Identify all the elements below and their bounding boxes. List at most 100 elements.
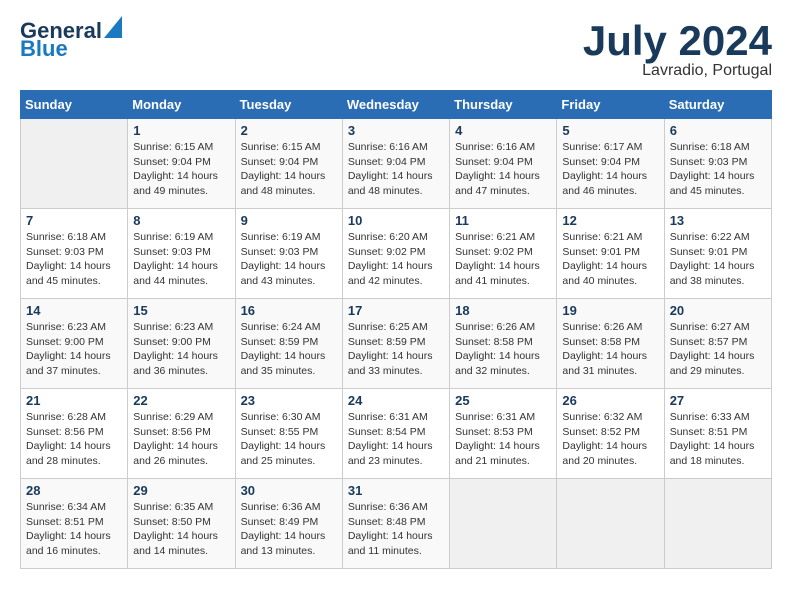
calendar-cell: 28 Sunrise: 6:34 AM Sunset: 8:51 PM Dayli… (21, 479, 128, 569)
day-number: 4 (455, 123, 551, 138)
day-info: Sunrise: 6:32 AM Sunset: 8:52 PM Dayligh… (562, 410, 658, 469)
day-info: Sunrise: 6:35 AM Sunset: 8:50 PM Dayligh… (133, 500, 229, 559)
calendar-cell: 2 Sunrise: 6:15 AM Sunset: 9:04 PM Daylig… (235, 119, 342, 209)
day-number: 18 (455, 303, 551, 318)
day-info: Sunrise: 6:23 AM Sunset: 9:00 PM Dayligh… (26, 320, 122, 379)
calendar-cell: 18Sunrise: 6:26 AM Sunset: 8:58 PM Dayli… (450, 299, 557, 389)
day-info: Sunrise: 6:28 AM Sunset: 8:56 PM Dayligh… (26, 410, 122, 469)
day-info: Sunrise: 6:16 AM Sunset: 9:04 PM Dayligh… (348, 140, 444, 199)
calendar-cell: 7Sunrise: 6:18 AM Sunset: 9:03 PM Daylig… (21, 209, 128, 299)
logo-blue: Blue (20, 38, 68, 60)
calendar-cell: 23Sunrise: 6:30 AM Sunset: 8:55 PM Dayli… (235, 389, 342, 479)
calendar-cell: 5Sunrise: 6:17 AM Sunset: 9:04 PM Daylig… (557, 119, 664, 209)
day-number: 22 (133, 393, 229, 408)
calendar-cell: 1 Sunrise: 6:15 AM Sunset: 9:04 PM Daylig… (128, 119, 235, 209)
day-info: Sunrise: 6:18 AM Sunset: 9:03 PM Dayligh… (670, 140, 766, 199)
day-info: Sunrise: 6:21 AM Sunset: 9:01 PM Dayligh… (562, 230, 658, 289)
day-number: 16 (241, 303, 337, 318)
day-number: 3 (348, 123, 444, 138)
day-number: 28 (26, 483, 122, 498)
day-number: 23 (241, 393, 337, 408)
day-number: 8 (133, 213, 229, 228)
weekday-header-saturday: Saturday (664, 91, 771, 119)
calendar-cell: 9 Sunrise: 6:19 AM Sunset: 9:03 PM Daylig… (235, 209, 342, 299)
day-info: Sunrise: 6:29 AM Sunset: 8:56 PM Dayligh… (133, 410, 229, 469)
calendar-week-row: 1 Sunrise: 6:15 AM Sunset: 9:04 PM Daylig… (21, 119, 772, 209)
day-number: 12 (562, 213, 658, 228)
calendar-cell: 16 Sunrise: 6:24 AM Sunset: 8:59 PM Dayli… (235, 299, 342, 389)
calendar-cell: 11 Sunrise: 6:21 AM Sunset: 9:02 PM Dayli… (450, 209, 557, 299)
day-info: Sunrise: 6:36 AM Sunset: 8:49 PM Dayligh… (241, 500, 337, 559)
day-number: 29 (133, 483, 229, 498)
logo-triangle-icon (104, 16, 122, 38)
calendar-table: SundayMondayTuesdayWednesdayThursdayFrid… (20, 90, 772, 569)
day-info: Sunrise: 6:34 AM Sunset: 8:51 PM Dayligh… (26, 500, 122, 559)
day-number: 11 (455, 213, 551, 228)
day-info: Sunrise: 6:27 AM Sunset: 8:57 PM Dayligh… (670, 320, 766, 379)
day-info: Sunrise: 6:15 AM Sunset: 9:04 PM Dayligh… (133, 140, 229, 199)
day-number: 15 (133, 303, 229, 318)
day-info: Sunrise: 6:18 AM Sunset: 9:03 PM Dayligh… (26, 230, 122, 289)
day-info: Sunrise: 6:17 AM Sunset: 9:04 PM Dayligh… (562, 140, 658, 199)
calendar-cell: 30 Sunrise: 6:36 AM Sunset: 8:49 PM Dayli… (235, 479, 342, 569)
weekday-header-wednesday: Wednesday (342, 91, 449, 119)
calendar-body: 1 Sunrise: 6:15 AM Sunset: 9:04 PM Daylig… (21, 119, 772, 569)
calendar-cell (450, 479, 557, 569)
calendar-cell: 27 Sunrise: 6:33 AM Sunset: 8:51 PM Dayli… (664, 389, 771, 479)
day-number: 30 (241, 483, 337, 498)
calendar-week-row: 21Sunrise: 6:28 AM Sunset: 8:56 PM Dayli… (21, 389, 772, 479)
calendar-cell: 17 Sunrise: 6:25 AM Sunset: 8:59 PM Dayli… (342, 299, 449, 389)
day-info: Sunrise: 6:21 AM Sunset: 9:02 PM Dayligh… (455, 230, 551, 289)
day-info: Sunrise: 6:31 AM Sunset: 8:53 PM Dayligh… (455, 410, 551, 469)
title-block: July 2024 Lavradio, Portugal (583, 20, 772, 80)
calendar-cell: 3 Sunrise: 6:16 AM Sunset: 9:04 PM Daylig… (342, 119, 449, 209)
day-number: 27 (670, 393, 766, 408)
day-info: Sunrise: 6:31 AM Sunset: 8:54 PM Dayligh… (348, 410, 444, 469)
calendar-cell: 8Sunrise: 6:19 AM Sunset: 9:03 PM Daylig… (128, 209, 235, 299)
day-number: 17 (348, 303, 444, 318)
weekday-header-tuesday: Tuesday (235, 91, 342, 119)
calendar-cell: 25Sunrise: 6:31 AM Sunset: 8:53 PM Dayli… (450, 389, 557, 479)
calendar-week-row: 7Sunrise: 6:18 AM Sunset: 9:03 PM Daylig… (21, 209, 772, 299)
calendar-cell (664, 479, 771, 569)
calendar-cell: 15 Sunrise: 6:23 AM Sunset: 9:00 PM Dayli… (128, 299, 235, 389)
weekday-header-thursday: Thursday (450, 91, 557, 119)
day-number: 24 (348, 393, 444, 408)
location-subtitle: Lavradio, Portugal (583, 62, 772, 80)
page-header: General Blue July 2024 Lavradio, Portuga… (20, 20, 772, 80)
day-info: Sunrise: 6:24 AM Sunset: 8:59 PM Dayligh… (241, 320, 337, 379)
day-info: Sunrise: 6:26 AM Sunset: 8:58 PM Dayligh… (562, 320, 658, 379)
day-number: 31 (348, 483, 444, 498)
day-number: 26 (562, 393, 658, 408)
day-info: Sunrise: 6:20 AM Sunset: 9:02 PM Dayligh… (348, 230, 444, 289)
calendar-week-row: 28 Sunrise: 6:34 AM Sunset: 8:51 PM Dayli… (21, 479, 772, 569)
day-info: Sunrise: 6:15 AM Sunset: 9:04 PM Dayligh… (241, 140, 337, 199)
calendar-cell: 22 Sunrise: 6:29 AM Sunset: 8:56 PM Dayli… (128, 389, 235, 479)
logo: General Blue (20, 20, 122, 60)
day-info: Sunrise: 6:33 AM Sunset: 8:51 PM Dayligh… (670, 410, 766, 469)
day-number: 9 (241, 213, 337, 228)
calendar-cell: 26 Sunrise: 6:32 AM Sunset: 8:52 PM Dayli… (557, 389, 664, 479)
day-info: Sunrise: 6:23 AM Sunset: 9:00 PM Dayligh… (133, 320, 229, 379)
day-number: 19 (562, 303, 658, 318)
calendar-cell: 6Sunrise: 6:18 AM Sunset: 9:03 PM Daylig… (664, 119, 771, 209)
day-info: Sunrise: 6:25 AM Sunset: 8:59 PM Dayligh… (348, 320, 444, 379)
calendar-cell: 4Sunrise: 6:16 AM Sunset: 9:04 PM Daylig… (450, 119, 557, 209)
day-number: 13 (670, 213, 766, 228)
calendar-cell: 10Sunrise: 6:20 AM Sunset: 9:02 PM Dayli… (342, 209, 449, 299)
day-number: 2 (241, 123, 337, 138)
weekday-header-friday: Friday (557, 91, 664, 119)
calendar-cell: 20Sunrise: 6:27 AM Sunset: 8:57 PM Dayli… (664, 299, 771, 389)
weekday-header-sunday: Sunday (21, 91, 128, 119)
calendar-week-row: 14Sunrise: 6:23 AM Sunset: 9:00 PM Dayli… (21, 299, 772, 389)
calendar-cell: 31 Sunrise: 6:36 AM Sunset: 8:48 PM Dayli… (342, 479, 449, 569)
month-title: July 2024 (583, 20, 772, 62)
calendar-cell: 29 Sunrise: 6:35 AM Sunset: 8:50 PM Dayli… (128, 479, 235, 569)
calendar-cell: 21Sunrise: 6:28 AM Sunset: 8:56 PM Dayli… (21, 389, 128, 479)
calendar-cell (557, 479, 664, 569)
day-info: Sunrise: 6:36 AM Sunset: 8:48 PM Dayligh… (348, 500, 444, 559)
day-number: 1 (133, 123, 229, 138)
calendar-cell: 14Sunrise: 6:23 AM Sunset: 9:00 PM Dayli… (21, 299, 128, 389)
calendar-cell: 24 Sunrise: 6:31 AM Sunset: 8:54 PM Dayli… (342, 389, 449, 479)
day-info: Sunrise: 6:19 AM Sunset: 9:03 PM Dayligh… (241, 230, 337, 289)
